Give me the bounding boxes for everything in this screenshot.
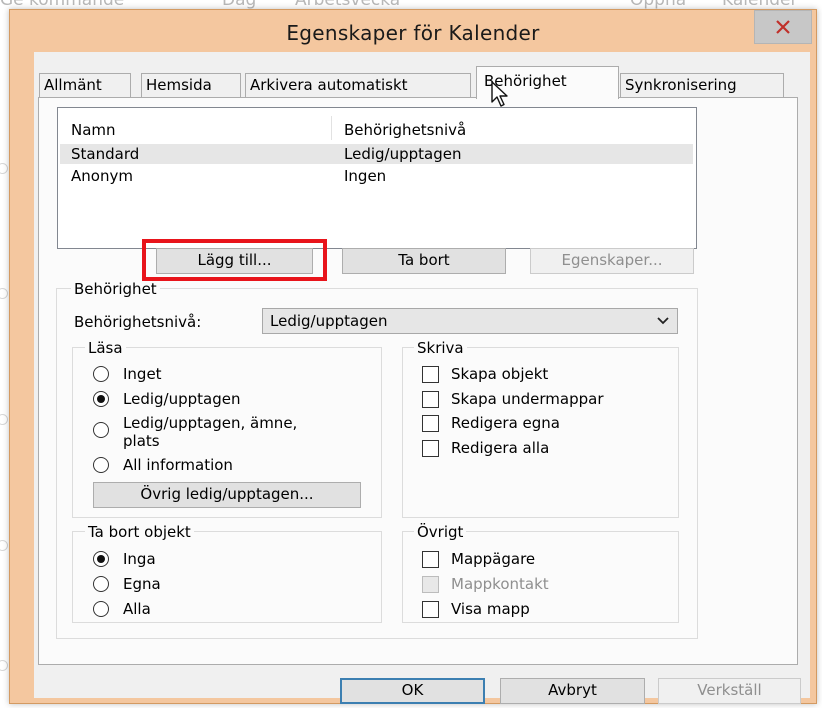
close-button[interactable] xyxy=(754,10,812,44)
folder-contact-checkbox[interactable] xyxy=(422,576,439,593)
read-none-radio[interactable] xyxy=(93,366,109,382)
tab-synchronization[interactable]: Synkronisering xyxy=(620,73,784,97)
permissions-user-list[interactable]: Namn Behörighetsnivå Standard Ledig/uppt… xyxy=(57,107,697,249)
delete-all-label[interactable]: Alla xyxy=(123,600,151,618)
tab-general[interactable]: Allmänt xyxy=(39,73,131,97)
read-freebusy-subject-label[interactable]: Ledig/upptagen, ämne, xyxy=(123,414,297,432)
delete-all-radio[interactable] xyxy=(93,601,109,617)
read-freebusy-radio[interactable] xyxy=(93,391,109,407)
read-all-radio[interactable] xyxy=(93,457,109,473)
permission-level-label: Behörighetsnivå: xyxy=(74,313,202,331)
mouse-pointer-icon xyxy=(491,81,508,107)
edit-all-checkbox[interactable] xyxy=(422,440,439,457)
tab-homepage[interactable]: Hemsida xyxy=(141,73,241,97)
list-item[interactable]: Anonym Ingen xyxy=(60,166,693,186)
delete-items-group-label: Ta bort objekt xyxy=(85,523,194,541)
properties-dialog: Egenskaper för Kalender Allmänt Hemsida … xyxy=(9,9,817,704)
folder-owner-checkbox[interactable] xyxy=(422,551,439,568)
edit-own-label[interactable]: Redigera egna xyxy=(451,414,560,432)
title-bar: Egenskaper för Kalender xyxy=(10,10,816,54)
add-button[interactable]: Lägg till... xyxy=(156,248,313,274)
create-items-label[interactable]: Skapa objekt xyxy=(451,365,548,383)
column-header-permission-level[interactable]: Behörighetsnivå xyxy=(344,121,466,139)
list-item-name: Standard xyxy=(71,145,140,163)
delete-own-radio[interactable] xyxy=(93,576,109,592)
delete-items-group xyxy=(72,531,382,623)
properties-button[interactable]: Egenskaper... xyxy=(530,248,694,274)
tab-autoarchive[interactable]: Arkivera automatiskt xyxy=(245,73,471,97)
permission-level-value: Ledig/upptagen xyxy=(270,312,388,330)
remove-button[interactable]: Ta bort xyxy=(342,248,506,274)
read-freebusy-subject-label-line2[interactable]: plats xyxy=(123,432,160,450)
read-all-label[interactable]: All information xyxy=(123,456,233,474)
column-header-name[interactable]: Namn xyxy=(71,121,116,139)
ok-button[interactable]: OK xyxy=(340,678,485,704)
create-items-checkbox[interactable] xyxy=(422,366,439,383)
list-item-level: Ledig/upptagen xyxy=(344,145,462,163)
folder-visible-label[interactable]: Visa mapp xyxy=(451,600,530,618)
read-freebusy-label[interactable]: Ledig/upptagen xyxy=(123,390,240,408)
read-none-label[interactable]: Inget xyxy=(123,365,162,383)
folder-contact-label[interactable]: Mappkontakt xyxy=(451,575,549,593)
cancel-button[interactable]: Avbryt xyxy=(500,678,645,704)
other-group-label: Övrigt xyxy=(414,523,467,541)
dialog-client-area: Allmänt Hemsida Arkivera automatiskt Beh… xyxy=(34,52,810,704)
delete-none-label[interactable]: Inga xyxy=(123,550,156,568)
dialog-title: Egenskaper för Kalender xyxy=(286,21,540,45)
read-freebusy-subject-radio[interactable] xyxy=(93,422,109,438)
delete-none-radio[interactable] xyxy=(93,551,109,567)
edit-own-checkbox[interactable] xyxy=(422,415,439,432)
folder-visible-checkbox[interactable] xyxy=(422,601,439,618)
folder-owner-label[interactable]: Mappägare xyxy=(451,550,535,568)
read-group-label: Läsa xyxy=(85,339,126,357)
other-freebusy-button[interactable]: Övrig ledig/upptagen... xyxy=(93,482,361,508)
write-group-label: Skriva xyxy=(414,339,467,357)
column-divider xyxy=(331,116,332,140)
permission-level-select[interactable]: Ledig/upptagen xyxy=(262,308,678,334)
list-item[interactable]: Standard Ledig/upptagen xyxy=(60,144,693,164)
create-subfolders-label[interactable]: Skapa undermappar xyxy=(451,390,604,408)
delete-own-label[interactable]: Egna xyxy=(123,575,161,593)
apply-button[interactable]: Verkställ xyxy=(658,678,801,704)
create-subfolders-checkbox[interactable] xyxy=(422,391,439,408)
edit-all-label[interactable]: Redigera alla xyxy=(451,439,549,457)
list-item-level: Ingen xyxy=(344,167,387,185)
chevron-down-icon xyxy=(657,317,669,325)
list-item-name: Anonym xyxy=(71,167,133,185)
permission-group-label: Behörighet xyxy=(71,280,160,298)
close-icon xyxy=(776,20,790,34)
